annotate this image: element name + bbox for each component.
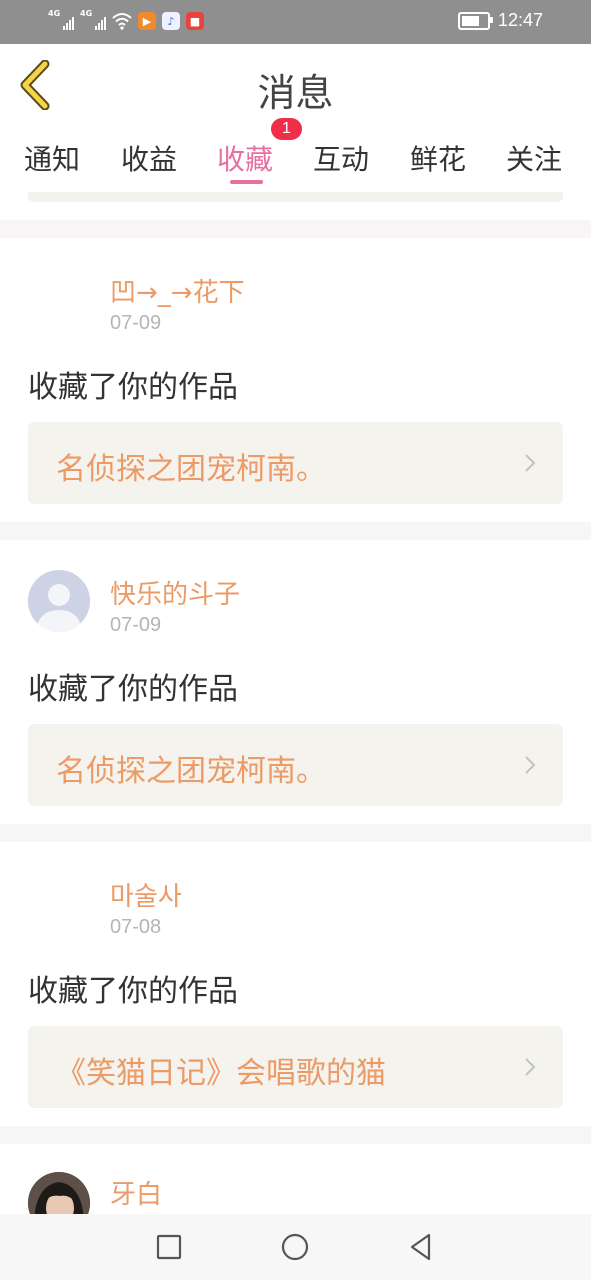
list-item[interactable]: 快乐的斗子 07-09 收藏了你的作品 名侦探之团宠柯南。 (0, 540, 591, 824)
shop-app-icon: ■ (186, 12, 204, 30)
avatar[interactable] (28, 1172, 90, 1214)
work-title: 名侦探之团宠柯南。 (56, 754, 326, 789)
action-text: 收藏了你的作品 (28, 974, 238, 1009)
active-tab-indicator (230, 180, 263, 184)
message-list[interactable]: 凹→_→花下 07-09 收藏了你的作品 名侦探之团宠柯南。 快乐的斗子 07-… (0, 192, 591, 1214)
status-right: 12:47 (457, 10, 543, 31)
work-title: 《笑猫日记》会唱歌的猫 (56, 1056, 386, 1091)
tab-earnings[interactable]: 收益 (121, 138, 177, 178)
status-left: 4G 4G ▶ ♪ ■ (48, 10, 204, 32)
square-icon[interactable] (154, 1232, 184, 1262)
signal-icon: 4G (48, 10, 74, 32)
signal-icon: 4G (80, 10, 106, 32)
date: 07-08 (110, 916, 162, 938)
date: 07-09 (110, 312, 162, 334)
work-title: 名侦探之团宠柯南。 (56, 452, 326, 487)
battery-icon (457, 11, 493, 30)
tab-flowers[interactable]: 鲜花 (410, 138, 466, 178)
wifi-icon (112, 13, 132, 30)
work-link[interactable]: 《笑猫日记》会唱歌的猫 (28, 1026, 563, 1108)
action-text: 收藏了你的作品 (28, 370, 238, 405)
system-nav-bar (0, 1214, 591, 1280)
chevron-right-icon (525, 756, 536, 774)
tab-following[interactable]: 关注 (506, 138, 562, 178)
list-item (0, 192, 591, 220)
list-item[interactable]: 마술사 07-08 收藏了你的作品 《笑猫日记》会唱歌的猫 (0, 842, 591, 1126)
music-app-icon: ♪ (162, 12, 180, 30)
list-item[interactable]: 牙白 (0, 1144, 591, 1214)
username[interactable]: 牙白 (110, 1174, 162, 1211)
circle-icon[interactable] (280, 1232, 310, 1262)
list-item[interactable]: 凹→_→花下 07-09 收藏了你的作品 名侦探之团宠柯南。 (0, 238, 591, 522)
clock: 12:47 (497, 10, 543, 30)
chevron-right-icon (525, 454, 536, 472)
page-title: 消息 (257, 71, 334, 115)
work-card-remnant (28, 192, 563, 202)
avatar[interactable] (28, 570, 90, 632)
action-text: 收藏了你的作品 (28, 672, 238, 707)
tab-notifications[interactable]: 通知 (24, 138, 80, 178)
user-photo (28, 1172, 90, 1214)
username[interactable]: 快乐的斗子 (110, 574, 240, 611)
work-link[interactable]: 名侦探之团宠柯南。 (28, 422, 563, 504)
network-type-label: 4G (48, 9, 61, 18)
unread-badge: 1 (271, 118, 302, 140)
username[interactable]: 凹→_→花下 (110, 272, 245, 309)
work-link[interactable]: 名侦探之团宠柯南。 (28, 724, 563, 806)
triangle-back-icon[interactable] (406, 1232, 436, 1262)
network-type-label: 4G (80, 9, 93, 18)
tab-interactions[interactable]: 互动 (313, 138, 369, 178)
default-person-icon (28, 570, 90, 632)
header: 消息 (0, 44, 591, 127)
status-bar: 4G 4G ▶ ♪ ■ 12:47 (0, 0, 591, 44)
date: 07-09 (110, 614, 162, 636)
video-app-icon: ▶ (138, 12, 156, 30)
tab-favorites[interactable]: 收藏 (217, 138, 273, 178)
chevron-right-icon (525, 1058, 536, 1076)
username[interactable]: 마술사 (110, 876, 182, 913)
